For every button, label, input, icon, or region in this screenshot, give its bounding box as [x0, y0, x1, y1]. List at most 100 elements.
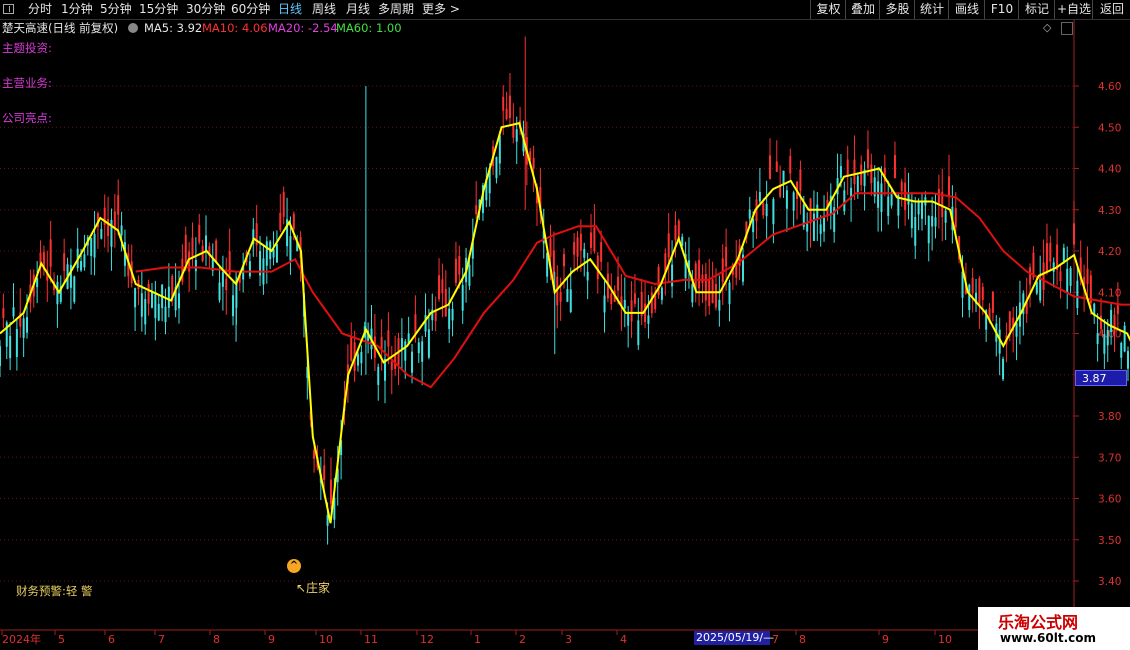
slow-ma-line: [135, 192, 1130, 389]
financial-warning: 财务预警:轻 警: [16, 584, 93, 598]
toolbar-button-4[interactable]: 画线: [948, 0, 985, 19]
date-tick-label: 8: [213, 633, 220, 646]
candle-body: [623, 299, 626, 309]
diamond-icon[interactable]: ◇: [1043, 21, 1051, 34]
candle-body: [904, 182, 907, 210]
toolbar-button-8[interactable]: 返回: [1092, 0, 1130, 19]
period-toolbar: 分时 1分钟 5分钟 15分钟 30分钟 60分钟 日线 周线 月线 多周期 更多 > 复权 叠加 多股…: [0, 0, 1130, 20]
candle-body: [1029, 267, 1032, 285]
toolbar-button-1[interactable]: 叠加: [845, 0, 880, 19]
period-tab-9[interactable]: 多周期: [378, 1, 414, 18]
toolbar-button-7[interactable]: +自选: [1054, 0, 1093, 19]
candle-body: [704, 274, 707, 301]
period-tab-5[interactable]: 60分钟: [231, 1, 270, 18]
date-tick-label: 11: [364, 633, 378, 646]
candle-body: [498, 135, 501, 164]
candle-body: [313, 450, 316, 459]
period-tab-10[interactable]: 更多 >: [422, 1, 460, 18]
date-tick-label: 4: [620, 633, 627, 646]
candle-body: [441, 279, 444, 294]
period-tab-0[interactable]: 分时: [28, 1, 52, 18]
candle-body: [154, 294, 157, 319]
candle-body: [660, 287, 663, 300]
candle-body: [948, 176, 951, 198]
candle-body: [630, 300, 633, 322]
candle-body: [927, 215, 930, 244]
candle-body: [532, 157, 535, 169]
period-tab-6[interactable]: 日线: [278, 1, 302, 18]
main-business-label: 主营业务:: [2, 76, 52, 90]
candle-body: [157, 303, 160, 321]
indicator-infobar: 楚天高速(日线 前复权) MA5: 3.92 MA10: 4.06 MA20: …: [0, 20, 1130, 37]
theme-investment-label: 主题投资:: [2, 41, 52, 55]
candle-body: [454, 258, 457, 283]
candle-body: [144, 299, 147, 325]
candle-body: [377, 366, 380, 385]
candle-body: [0, 346, 1, 367]
candle-body: [839, 166, 842, 178]
candle-body: [816, 204, 819, 220]
candle-body: [877, 181, 880, 208]
ma5-value: MA5: 3.92: [144, 21, 203, 35]
period-tab-8[interactable]: 月线: [346, 1, 370, 18]
price-tick-label: 4.00: [1098, 329, 1121, 341]
candle-body: [937, 188, 940, 205]
date-tick-label: 2024年: [2, 632, 41, 646]
candle-body: [502, 96, 505, 111]
candle-body: [711, 279, 714, 304]
candle-body: [15, 329, 18, 357]
period-tab-7[interactable]: 周线: [312, 1, 336, 18]
period-tab-2[interactable]: 5分钟: [100, 1, 132, 18]
candle-body: [495, 157, 498, 179]
candle-body: [900, 181, 903, 192]
candle-body: [248, 261, 251, 277]
price-tick-label: 3.60: [1098, 494, 1121, 506]
period-tab-1[interactable]: 1分钟: [61, 1, 93, 18]
candle-body: [9, 335, 12, 359]
candle-body: [475, 205, 478, 215]
period-tab-4[interactable]: 30分钟: [186, 1, 225, 18]
menu-icon[interactable]: [3, 4, 14, 14]
candle-body: [860, 164, 863, 185]
candle-body: [468, 264, 471, 286]
candle-body: [265, 241, 268, 266]
toolbar-button-0[interactable]: 复权: [810, 0, 846, 19]
period-tab-3[interactable]: 15分钟: [139, 1, 178, 18]
candle-body: [282, 192, 285, 217]
candle-body: [931, 216, 934, 227]
candle-body: [880, 183, 883, 213]
candle-body: [390, 361, 393, 371]
candle-body: [1123, 325, 1126, 352]
panel-toggle-icon[interactable]: [1061, 22, 1073, 35]
toolbar-button-6[interactable]: 标记: [1018, 0, 1055, 19]
candle-body: [461, 285, 464, 311]
candle-body: [610, 293, 613, 305]
candle-body: [549, 238, 552, 257]
candle-body: [633, 293, 636, 304]
candle-body: [49, 239, 52, 267]
candle-body: [917, 201, 920, 215]
candle-body: [387, 330, 390, 347]
candle-body: [1096, 333, 1099, 344]
candle-body: [1062, 247, 1065, 262]
candle-body: [120, 225, 123, 236]
candle-body: [1049, 242, 1052, 262]
candle-body: [762, 203, 765, 216]
candle-body: [12, 307, 15, 317]
candle-body: [856, 176, 859, 193]
candle-body: [603, 295, 606, 313]
candle-body: [198, 224, 201, 243]
candle-body: [80, 261, 83, 271]
kline-chart[interactable]: 4.604.504.404.304.204.104.003.903.803.70…: [0, 0, 1130, 650]
candle-body: [667, 233, 670, 258]
candle-body: [1039, 278, 1042, 301]
ma5-line: [0, 121, 1130, 524]
toolbar-button-2[interactable]: 多股: [879, 0, 915, 19]
candle-body: [978, 278, 981, 307]
site-watermark: 乐淘公式网 www.60lt.com: [978, 607, 1130, 650]
candle-body: [593, 227, 596, 252]
toolbar-button-3[interactable]: 统计: [914, 0, 949, 19]
price-tick-label: 3.70: [1098, 452, 1121, 464]
toolbar-button-5[interactable]: F10: [984, 0, 1019, 19]
candle-body: [671, 264, 674, 287]
